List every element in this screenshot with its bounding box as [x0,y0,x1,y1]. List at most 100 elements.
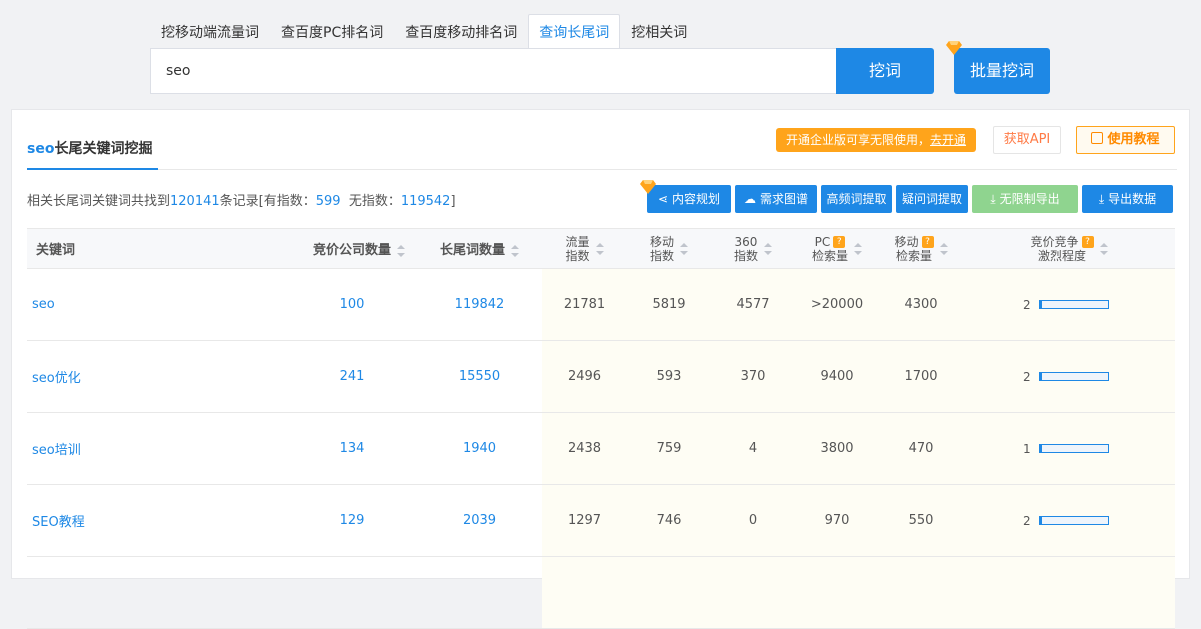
competition-level: 2 [1023,513,1031,528]
sort-icon[interactable] [764,242,772,255]
header-360-index[interactable]: 360 指数 [711,228,795,269]
sort-icon[interactable] [397,244,405,257]
traffic-cell: 2438 [542,412,627,485]
mobile-volume-label: 移动? 检索量 [894,234,934,263]
promo-text: 开通企业版可享无限使用， [786,133,931,147]
tab-pc-rank[interactable]: 查百度PC排名词 [270,14,394,49]
sort-icon[interactable] [511,244,519,257]
keyword-cell[interactable]: SEO教程 [27,484,287,557]
batch-dig-button[interactable]: 批量挖词 [954,48,1050,94]
mobile-index-cell: 746 [627,484,711,557]
header-keyword: 关键词 [27,228,287,269]
without-index-count: 119542 [400,194,451,209]
index-360-cell [711,556,795,629]
sort-icon[interactable] [680,242,688,255]
unlimited-export-label: 无限制导出 [999,192,1060,206]
tab-mobile-traffic[interactable]: 挖移动端流量词 [150,14,270,49]
mobile-index-cell: 5819 [627,268,711,341]
export-button[interactable]: ⤓ 导出数据 [1082,185,1173,213]
bidders-cell[interactable]: 134 [287,412,417,485]
header-longtail[interactable]: 长尾词数量 [417,228,542,269]
title-suffix: 长尾关键词挖掘 [54,141,153,157]
title-divider [27,169,1177,170]
table-row[interactable]: SEO教程 129 2039 1297 746 0 970 550 2 [27,484,1175,557]
promo-link[interactable]: 去开通 [930,133,966,147]
tab-longtail[interactable]: 查询长尾词 [528,14,621,49]
traffic-label: 流量 指数 [565,234,590,263]
high-freq-button[interactable]: 高频词提取 [821,185,892,213]
longtail-cell[interactable]: 2039 [417,484,542,557]
mobile-volume-cell: 470 [879,412,963,485]
pc-volume-cell: >20000 [795,268,879,341]
keyword-cell[interactable]: seo优化 [27,340,287,413]
bidders-cell[interactable]: 100 [287,268,417,341]
mobile-index-label: 移动 指数 [649,234,674,263]
tab-related[interactable]: 挖相关词 [620,14,698,49]
traffic-cell: 2496 [542,340,627,413]
keyword-table: 关键词 竞价公司数量 长尾词数量 流量 指数 移动 指数 360 指数 PC? 检索量 … [27,228,1175,629]
content-plan-button[interactable]: ⋖ 内容规划 [647,185,731,213]
competition-cell: 2 [963,484,1175,557]
table-row[interactable]: seo培训 134 1940 2438 759 4 3800 470 1 [27,412,1175,485]
sort-icon[interactable] [595,242,604,255]
download-icon: ⤓ [990,192,996,206]
competition-cell: 2 [963,340,1175,413]
get-api-button[interactable]: 获取API [993,126,1061,154]
header-competition[interactable]: 竞价竞争? 激烈程度 [963,228,1175,269]
dig-button[interactable]: 挖词 [836,48,934,94]
summary-suffix: ] [450,194,456,209]
table-header: 关键词 竞价公司数量 长尾词数量 流量 指数 移动 指数 360 指数 PC? 检索量 … [27,228,1175,269]
longtail-cell[interactable] [417,556,542,629]
mobile-volume-cell: 1700 [879,340,963,413]
tab-mobile-rank[interactable]: 查百度移动排名词 [394,14,528,49]
competition-cell: 1 [963,412,1175,485]
longtail-cell[interactable]: 15550 [417,340,542,413]
sort-icon[interactable] [1099,242,1108,255]
enterprise-promo[interactable]: 开通企业版可享无限使用，去开通 [776,128,977,152]
longtail-cell[interactable]: 1940 [417,412,542,485]
header-mobile-volume[interactable]: 移动? 检索量 [879,228,963,269]
vip-diamond-icon [946,41,962,55]
tutorial-button[interactable]: 使用教程 [1076,126,1175,154]
pc-volume-cell: 9400 [795,340,879,413]
bidders-cell[interactable]: 241 [287,340,417,413]
table-row[interactable]: seo优化 241 15550 2496 593 370 9400 1700 2 [27,340,1175,413]
header-traffic[interactable]: 流量 指数 [542,228,627,269]
mobile-volume-cell [879,556,963,629]
sort-icon[interactable] [854,242,862,255]
keyword-cell[interactable]: seo培训 [27,412,287,485]
mobile-volume-cell: 4300 [879,268,963,341]
bidders-cell[interactable] [287,556,417,629]
competition-level: 2 [1023,297,1031,312]
help-icon[interactable]: ? [1081,236,1094,248]
index-360-cell: 0 [711,484,795,557]
header-pc-volume[interactable]: PC? 检索量 [795,228,879,269]
demand-map-button[interactable]: ☁ 需求图谱 [735,185,817,213]
header-mobile-index[interactable]: 移动 指数 [627,228,711,269]
keyword-cell[interactable]: seo [27,268,287,341]
sort-icon[interactable] [939,242,948,255]
question-words-button[interactable]: 疑问词提取 [896,185,968,213]
unlimited-export-button[interactable]: ⤓ 无限制导出 [972,185,1078,213]
bidders-cell[interactable]: 129 [287,484,417,557]
title-underline [27,168,158,170]
table-row[interactable] [27,556,1175,629]
table-row[interactable]: seo 100 119842 21781 5819 4577 >20000 4300 2 [27,268,1175,341]
keyword-cell[interactable] [27,556,287,629]
index-360-cell: 4 [711,412,795,485]
help-icon[interactable]: ? [921,236,934,248]
longtail-cell[interactable]: 119842 [417,268,542,341]
help-icon[interactable]: ? [833,236,846,248]
search-header: 挖移动端流量词 查百度PC排名词 查百度移动排名词 查询长尾词 挖相关词 seo… [0,0,1201,108]
traffic-cell: 21781 [542,268,627,341]
longtail-label: 长尾词数量 [439,243,505,258]
tutorial-label: 使用教程 [1107,132,1160,147]
search-input[interactable]: seo [150,48,838,94]
results-panel: seo长尾关键词挖掘 开通企业版可享无限使用，去开通 获取API 使用教程 相关… [11,109,1190,629]
competition-cell [963,556,1175,629]
competition-bar [1038,300,1109,309]
competition-label: 竞价竞争? 激烈程度 [1030,235,1094,263]
header-bidders[interactable]: 竞价公司数量 [287,228,417,269]
competition-cell: 2 [963,268,1175,341]
competition-bar [1038,444,1109,453]
